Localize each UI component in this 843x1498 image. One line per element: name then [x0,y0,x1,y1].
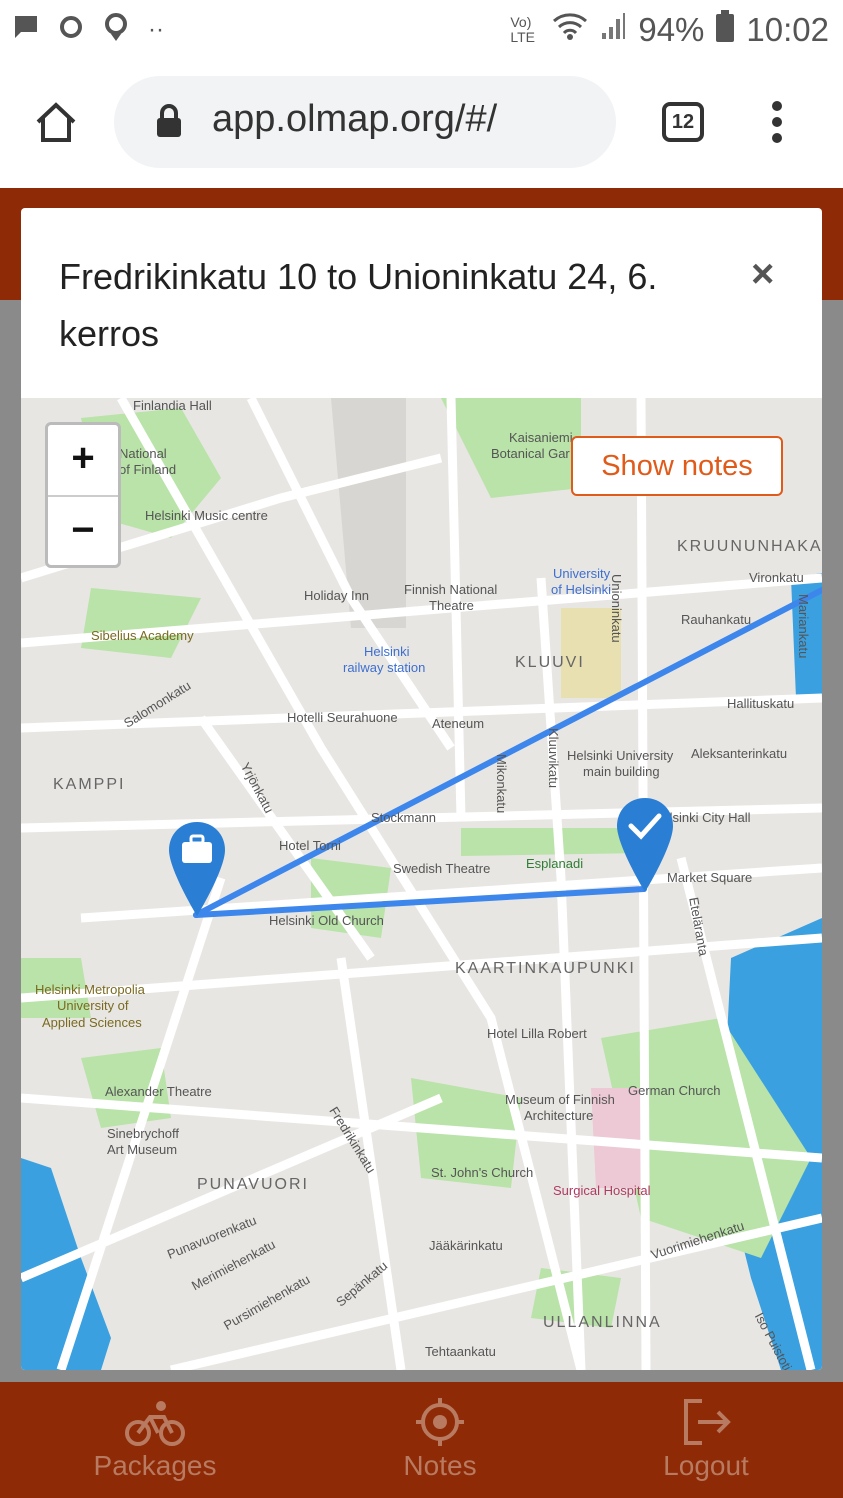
clock: 10:02 [746,11,829,48]
route-map[interactable]: Finlandia Hall National of Finland Helsi… [21,398,822,1370]
message-icon [12,13,40,46]
map-district: PUNAVUORI [197,1176,309,1193]
map-label: Theatre [429,598,474,613]
map-district: KAARTINKAUPUNKI [455,960,636,977]
nav-packages[interactable]: Packages [55,1394,255,1482]
map-label: Helsinki Old Church [269,913,384,928]
briefcase-icon [182,842,212,863]
map-label: Mikonkatu [494,754,509,814]
battery-icon [716,10,735,50]
circle-icon [58,14,84,45]
map-label: Stockmann [371,810,437,825]
overflow-menu-icon[interactable] [770,100,784,149]
bicycle-icon [55,1394,255,1450]
pickup-marker[interactable] [167,820,227,923]
crosshair-icon [340,1394,540,1450]
map-label: Rauhankatu [681,612,752,627]
map-label: Museum of Finnish [505,1092,615,1107]
map-label: National [119,446,167,461]
map-label: Finlandia Hall [133,398,212,413]
map-label: University of [57,998,129,1013]
map-district: KLUUVI [515,654,585,671]
map-label: Finnish National [404,582,498,597]
map-label: railway station [343,660,426,675]
home-icon[interactable] [34,100,78,149]
map-district: ULLANLINNA [543,1314,662,1331]
nav-logout[interactable]: Logout [606,1394,806,1482]
zoom-control: + − [45,422,121,568]
close-icon[interactable]: × [751,252,774,297]
delivery-marker[interactable] [615,796,675,899]
map-label: Helsinki Metropolia [35,982,145,997]
map-label: Mariankatu [796,594,811,659]
map-label: of Helsinki [551,582,611,597]
address-bar[interactable]: app.olmap.org/#/ [114,76,616,168]
modal-title: Fredrikinkatu 10 to Unioninkatu 24, 6. k… [59,256,658,354]
bottom-nav: Packages Notes Logout [0,1382,843,1498]
nav-notes[interactable]: Notes [340,1394,540,1482]
map-label: Market Square [667,870,753,885]
url-text: app.olmap.org/#/ [212,98,498,140]
map-label: University [553,566,611,581]
location-app-icon [102,12,130,47]
wifi-icon [552,11,588,49]
map-label: Surgical Hospital [553,1183,651,1198]
map-label: Architecture [524,1108,594,1123]
map-label: Hotel Lilla Robert [487,1026,587,1041]
signal-icon [600,11,626,49]
map-label: Sinebrychoff [107,1126,180,1141]
browser-toolbar: app.olmap.org/#/ 12 [0,60,843,188]
map-district: KRUUNUNHAKA [677,538,822,555]
map-label: Hallituskatu [727,696,795,711]
logout-icon [606,1394,806,1450]
zoom-out-button[interactable]: − [48,495,118,565]
show-notes-button[interactable]: Show notes [571,436,783,496]
map-label: Holiday Inn [304,588,370,603]
map-label: Kaisaniemi [509,430,573,445]
map-label: main building [583,764,660,779]
route-modal: Fredrikinkatu 10 to Unioninkatu 24, 6. k… [21,208,822,1370]
battery-percent: 94% [638,11,705,48]
status-bar: ·· Vo) LTE 94% 10:02 [0,0,843,60]
map-label: German Church [628,1083,721,1098]
map-label: Unioninkatu [609,574,624,643]
map-label: Sibelius Academy [91,628,194,643]
map-label: Helsinki University [567,748,674,763]
more-notifications-icon: ·· [148,15,164,43]
map-label: Alexander Theatre [105,1084,212,1099]
map-label: Helsinki [364,644,410,659]
map-label: of Finland [119,462,177,477]
lock-icon [156,104,182,143]
map-label: Jääkärinkatu [429,1238,503,1253]
map-district: KAMPPI [53,776,126,793]
nav-logout-label: Logout [663,1450,749,1481]
map-label: Applied Sciences [42,1015,142,1030]
map-label: Helsinki Music centre [145,508,268,523]
zoom-in-button[interactable]: + [48,425,118,495]
nav-packages-label: Packages [93,1450,217,1481]
map-label: Aleksanterinkatu [691,746,788,761]
map-label: Swedish Theatre [393,861,491,876]
map-label: Hotel Torni [279,838,341,853]
map-label: St. John's Church [431,1165,534,1180]
map-label: Kluuvikatu [546,728,561,788]
map-label: Art Museum [107,1142,178,1157]
map-label: Esplanadi [526,856,584,871]
tab-switcher-button[interactable]: 12 [662,102,704,142]
nav-notes-label: Notes [403,1450,477,1481]
map-label: Vironkatu [749,570,804,585]
network-type: Vo) LTE [510,14,535,45]
map-label: Hotelli Seurahuone [287,710,398,725]
map-label: Tehtaankatu [425,1344,496,1359]
map-label: Ateneum [432,716,485,731]
map-label: Botanical Gar [491,446,570,461]
